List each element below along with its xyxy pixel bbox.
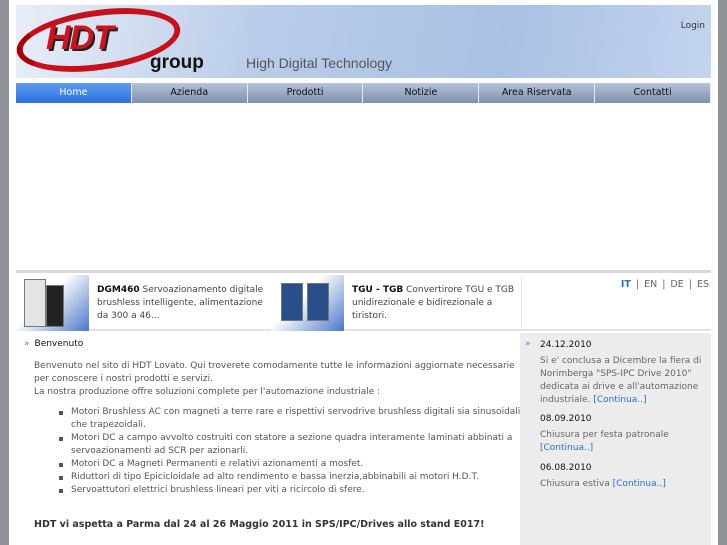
product-card[interactable]: DGM460 Servoazionamento digitale brushle… [16,275,264,331]
news-item: 08.09.2010 Chiusura per festa patronale [… [540,413,705,455]
nav-prodotti[interactable]: Prodotti [247,83,364,103]
divider [16,270,711,273]
lang-it[interactable]: IT [621,279,631,290]
lang-de[interactable]: DE [670,279,683,290]
product-strip: DGM460 Servoazionamento digitale brushle… [16,275,711,331]
nav-home[interactable]: Home [16,83,132,103]
product-title[interactable]: DGM460 [97,285,140,295]
continue-link[interactable]: [Continua..] [540,443,593,453]
lang-en[interactable]: EN [644,279,657,290]
chevron-double-right-icon: » [525,339,531,349]
main-content: » Benvenuto Benvenuto nel sito di HDT Lov… [16,333,520,545]
product-image[interactable] [271,275,344,331]
list-item: Riduttori di tipo Epicicloidale ad alto … [59,471,521,484]
lang-es[interactable]: ES [697,279,709,290]
continue-link[interactable]: [Continua..] [613,479,666,489]
news-text: Chiusura estiva [540,479,610,489]
nav-azienda[interactable]: Azienda [131,83,248,103]
list-item: Servoattutori elettrici brushless linear… [59,484,521,497]
news-item: 24.12.2010 Si e' conclusa a Dicembre la … [540,339,705,407]
chevron-double-right-icon: » [24,339,30,349]
header-banner: HDT group High Digital Technology Login [16,5,711,78]
product-list: Motori Brushless AC con magneti a terre … [59,406,521,497]
language-selector: IT | EN | DE | ES [521,275,711,331]
list-item: Motori Brushless AC con magneti a terre … [59,407,521,430]
tagline: High Digital Technology [246,55,393,71]
news-date: 06.08.2010 [540,463,592,473]
intro-text: Benvenuto nel sito di HDT Lovato. Qui tr… [34,361,515,397]
login-link[interactable]: Login [681,21,705,31]
main-nav: Home Azienda Prodotti Notizie Area Riser… [16,83,711,103]
continue-link[interactable]: [Continua..] [593,395,646,405]
list-item: Motori DC a campo avvolto costruiti con … [59,432,521,458]
product-title[interactable]: TGU - TGB [352,285,403,295]
logo-group: group [150,52,204,73]
nav-contatti[interactable]: Contatti [595,83,711,103]
news-date: 24.12.2010 [540,340,592,350]
news-item: 06.08.2010 Chiusura estiva [Continua..] [540,462,705,491]
page: HDT group High Digital Technology Login … [9,0,718,545]
nav-notizie[interactable]: Notizie [363,83,480,103]
announcement: HDT vi aspetta a Parma dal 24 al 26 Magg… [34,519,485,530]
news-text: Chiusura per festa patronale [540,430,669,440]
section-heading: Benvenuto [34,339,84,349]
logo[interactable]: HDT [46,19,114,58]
news-date: 08.09.2010 [540,414,592,424]
list-item: Motori DC a Magneti Permanenti e relativ… [59,458,521,471]
nav-area-riservata[interactable]: Area Riservata [479,83,596,103]
news-sidebar: » 24.12.2010 Si e' conclusa a Dicembre l… [520,333,711,545]
product-image[interactable] [16,275,89,331]
product-card[interactable]: TGU - TGB Convertirore TGU e TGB unidire… [271,275,519,331]
